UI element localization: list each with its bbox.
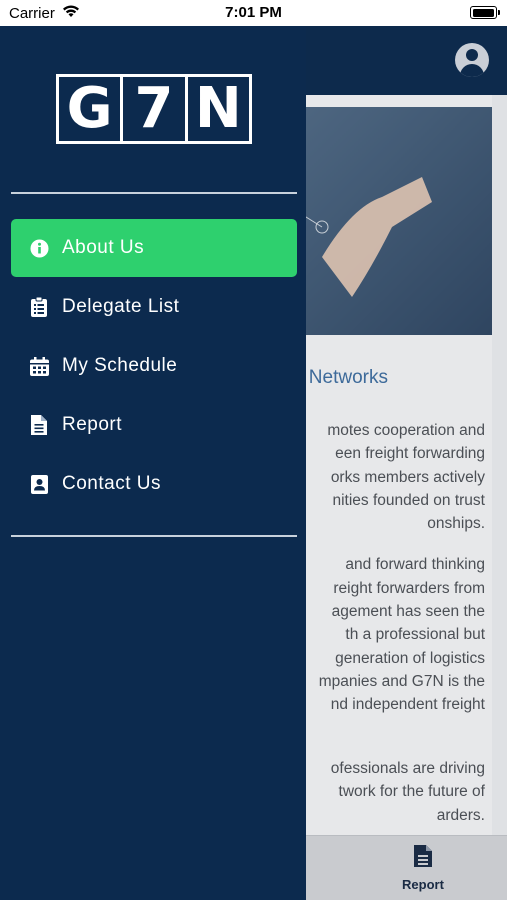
battery-icon: [470, 6, 500, 19]
document-icon: [29, 415, 49, 435]
logo-letter: N: [184, 77, 249, 141]
navigation-drawer: G 7 N About Us Delegate List My Schedule…: [0, 26, 306, 900]
tab-report-label: Report: [402, 877, 444, 892]
menu-label: Report: [62, 414, 123, 435]
logo-letter: G: [66, 76, 113, 141]
menu-label: About Us: [62, 237, 145, 258]
menu-item-contact-us[interactable]: Contact Us: [11, 455, 297, 513]
divider: [11, 192, 297, 194]
menu-item-delegate-list[interactable]: Delegate List: [11, 278, 297, 336]
calendar-icon: [29, 356, 49, 376]
clipboard-list-icon: [29, 297, 49, 317]
divider: [11, 535, 297, 537]
status-bar: Carrier 7:01 PM: [0, 0, 507, 26]
menu-label: My Schedule: [62, 355, 178, 376]
tab-report[interactable]: Report: [388, 844, 458, 892]
document-icon: [413, 845, 433, 872]
menu-label: Contact Us: [62, 473, 161, 494]
menu-item-about-us[interactable]: About Us: [11, 219, 297, 277]
logo-letter: 7: [120, 77, 184, 141]
clock: 7:01 PM: [225, 4, 282, 21]
menu-label: Delegate List: [62, 296, 180, 317]
g7n-logo: G 7 N: [56, 74, 252, 144]
menu-item-report[interactable]: Report: [11, 396, 297, 454]
info-icon: [29, 238, 49, 258]
menu-item-my-schedule[interactable]: My Schedule: [11, 337, 297, 395]
contact-card-icon: [29, 474, 49, 494]
profile-icon[interactable]: [455, 43, 489, 77]
